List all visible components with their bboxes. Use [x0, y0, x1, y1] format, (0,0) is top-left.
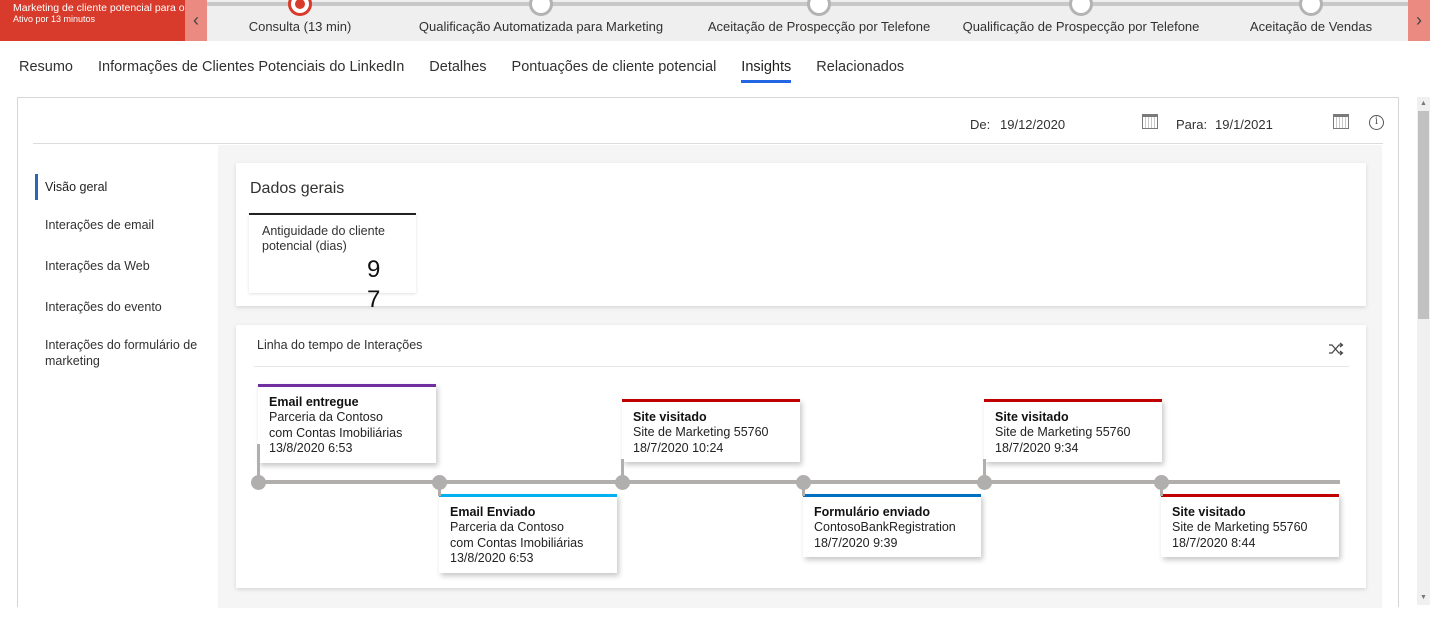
divider	[254, 366, 1349, 367]
event-detail: ContosoBankRegistration	[814, 520, 956, 534]
event-title: Site visitado	[633, 410, 707, 424]
overview-title: Dados gerais	[250, 180, 345, 197]
timeline-connector	[802, 482, 805, 496]
event-timestamp: 18/7/2020 9:34	[995, 440, 1079, 455]
to-date-input[interactable]: 19/1/2021	[1215, 117, 1273, 132]
tab-resumo[interactable]: Resumo	[19, 56, 73, 86]
stage-indicator-icon	[529, 0, 553, 16]
scroll-up-icon[interactable]: ▲	[1417, 97, 1430, 111]
from-date-label: De:	[970, 117, 991, 132]
event-detail: com Contas Imobiliárias	[450, 535, 584, 550]
business-process-bar: Marketing de cliente potencial para opor…	[0, 0, 1430, 41]
timeline-connector	[983, 459, 986, 482]
event-detail: Parceria da Contoso	[269, 410, 383, 424]
lead-age-tile: Antiguidade do cliente potencial (dias) …	[249, 213, 416, 313]
stage-indicator-icon	[1299, 0, 1323, 16]
timeline-event[interactable]: Email Enviado Parceria da Contoso com Cont…	[439, 494, 617, 573]
info-icon[interactable]: i	[1369, 115, 1384, 130]
event-detail: Site de Marketing 55760	[633, 425, 769, 439]
chevron-left-icon: ‹	[193, 10, 199, 30]
tab-pontuacoes[interactable]: Pontuações de cliente potencial	[512, 56, 717, 86]
stage-label: Aceitação de Prospecção por Telefone	[707, 19, 931, 34]
next-stage-button[interactable]: ›	[1408, 0, 1430, 41]
timeline-connector	[621, 459, 624, 482]
stage-indicator-icon	[807, 0, 831, 16]
event-timestamp: 18/7/2020 10:24	[633, 440, 724, 455]
event-title: Formulário enviado	[814, 505, 930, 519]
calendar-icon[interactable]	[1333, 114, 1349, 129]
insights-content: Dados gerais Antiguidade do cliente pote…	[218, 145, 1382, 608]
tab-linkedin[interactable]: Informações de Clientes Potenciais do Li…	[98, 56, 404, 86]
timeline-event[interactable]: Formulário enviado ContosoBankRegistratio…	[803, 494, 981, 557]
event-title: Email entregue	[269, 395, 359, 409]
event-title: Email Enviado	[450, 505, 536, 519]
date-range-bar: De: 19/12/2020 Para: 19/1/2021 i	[18, 98, 1398, 144]
stage-label: Qualificação de Prospecção por Telefone	[962, 19, 1200, 34]
event-detail: Parceria da Contoso	[450, 520, 564, 534]
event-timestamp: 13/8/2020 6:53	[269, 441, 353, 455]
divider	[33, 143, 1383, 144]
timeline-connector	[257, 444, 260, 482]
insights-panel: De: 19/12/2020 Para: 19/1/2021 i Visão g…	[17, 97, 1399, 608]
overview-card: Dados gerais Antiguidade do cliente pote…	[236, 163, 1366, 313]
event-detail: Site de Marketing 55760	[1172, 520, 1308, 534]
stage-label: Qualificação Automatizada para Marketing	[418, 19, 664, 34]
event-detail: com Contas Imobiliárias	[269, 425, 403, 440]
timeline-title: Linha do tempo de Interações	[257, 338, 423, 352]
chevron-right-icon: ›	[1416, 10, 1422, 30]
to-date-label: Para:	[1176, 117, 1208, 132]
timeline-event[interactable]: Email entregue Parceria da Contoso com Con…	[258, 384, 436, 463]
timeline-connector	[1160, 482, 1163, 496]
tab-detalhes[interactable]: Detalhes	[429, 56, 486, 86]
nav-interacoes-formulario[interactable]: Interações do formulário de marketing	[35, 337, 200, 369]
active-process-title: Marketing de cliente potencial para opor…	[13, 3, 185, 14]
scroll-thumb[interactable]	[1418, 111, 1429, 319]
active-process-flag[interactable]: Marketing de cliente potencial para opor…	[0, 0, 185, 41]
stage-label: Aceitação de Vendas	[1249, 19, 1373, 34]
event-detail: Site de Marketing 55760	[995, 425, 1131, 439]
timeline-event[interactable]: Site visitado Site de Marketing 55760 18/7…	[984, 399, 1162, 462]
scroll-down-icon[interactable]: ▼	[1417, 591, 1430, 605]
insights-nav: Visão geral Interações de email Interaçõ…	[33, 145, 218, 608]
active-process-duration: Ativo por 13 minutos	[13, 14, 96, 24]
tab-relacionados[interactable]: Relacionados	[816, 56, 904, 86]
stage-label: Consulta (13 min)	[248, 19, 352, 34]
timeline-event[interactable]: Site visitado Site de Marketing 55760 18/7…	[622, 399, 800, 462]
shuffle-icon[interactable]	[1328, 342, 1344, 356]
nav-interacoes-email[interactable]: Interações de email	[35, 217, 210, 233]
vertical-scrollbar[interactable]: ▲ ▼	[1417, 97, 1430, 605]
timeline-connector	[438, 482, 441, 496]
event-timestamp: 18/7/2020 9:39	[814, 535, 898, 550]
from-date-input[interactable]: 19/12/2020	[1000, 117, 1065, 132]
tile-value: 97	[367, 256, 381, 313]
event-timestamp: 13/8/2020 6:53	[450, 551, 534, 565]
stage-active-indicator-icon	[288, 0, 312, 16]
tab-insights[interactable]: Insights	[741, 56, 791, 86]
event-title: Site visitado	[1172, 505, 1246, 519]
form-tabs: Resumo Informações de Clientes Potenciai…	[19, 56, 929, 86]
event-title: Site visitado	[995, 410, 1069, 424]
nav-interacoes-evento[interactable]: Interações do evento	[35, 299, 210, 315]
timeline-card: Linha do tempo de Interações Email entre…	[236, 325, 1366, 588]
nav-visao-geral[interactable]: Visão geral	[35, 174, 210, 200]
nav-interacoes-web[interactable]: Interações da Web	[35, 258, 210, 274]
event-timestamp: 18/7/2020 8:44	[1172, 535, 1256, 550]
calendar-icon[interactable]	[1142, 114, 1158, 129]
previous-stage-button[interactable]: ‹	[185, 0, 207, 41]
stage-indicator-icon	[1069, 0, 1093, 16]
tile-label: Antiguidade do cliente potencial (dias)	[262, 224, 386, 253]
timeline-event[interactable]: Site visitado Site de Marketing 55760 18/7…	[1161, 494, 1339, 557]
